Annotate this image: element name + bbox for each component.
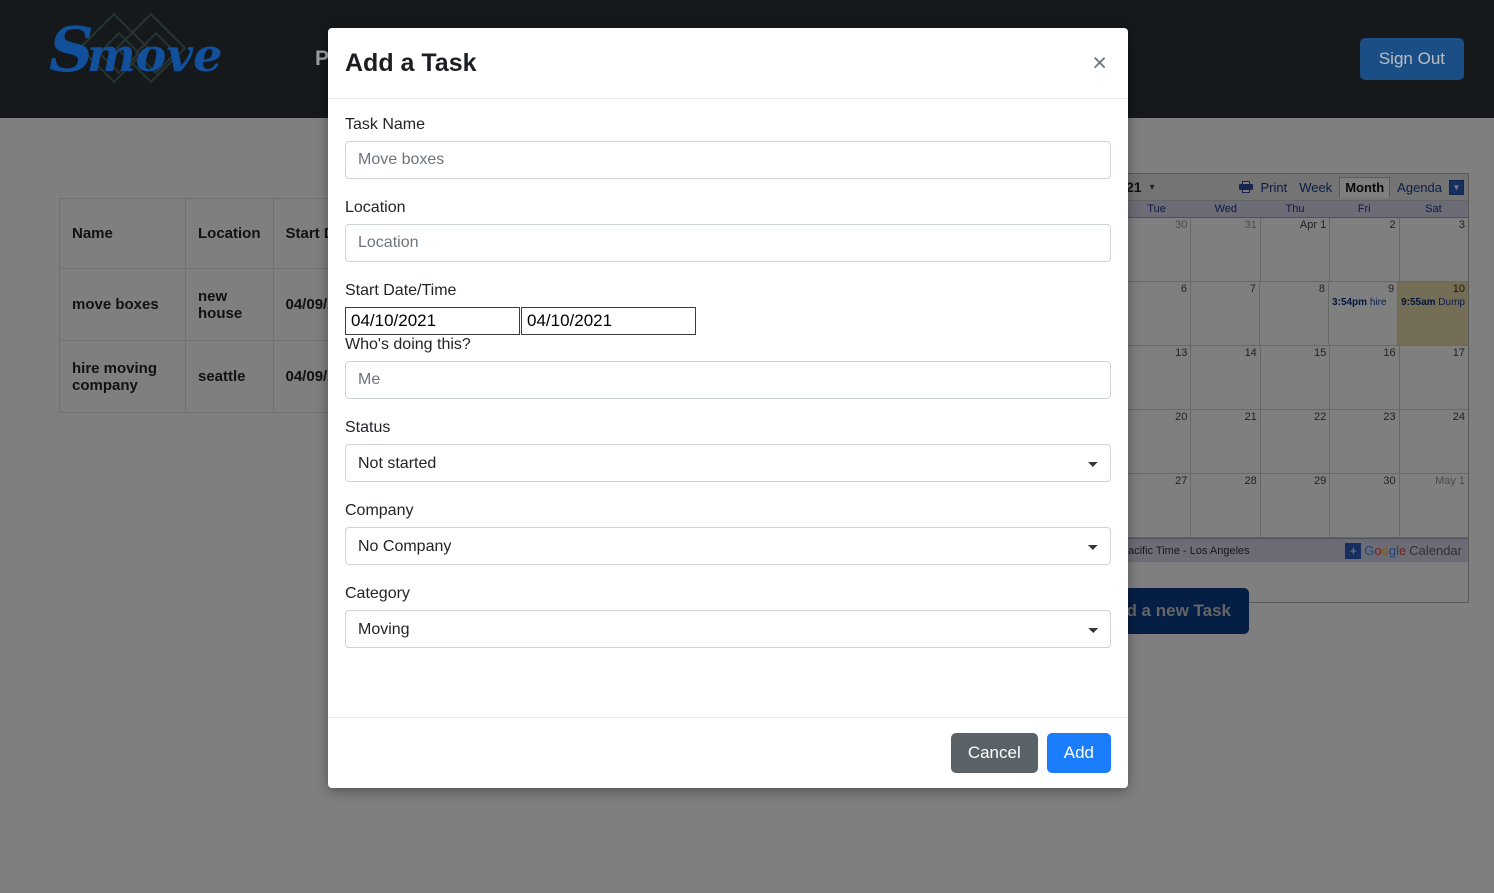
status-select[interactable]: Not started [345, 444, 1111, 482]
company-select[interactable]: No Company [345, 527, 1111, 565]
status-label: Status [345, 419, 1111, 437]
task-name-input[interactable] [345, 141, 1111, 179]
start-datetime-row [345, 307, 1111, 335]
assignee-label: Who's doing this? [345, 336, 1111, 354]
brand-logo[interactable]: S move [35, 9, 255, 109]
location-input[interactable] [345, 224, 1111, 262]
start-date-input[interactable] [345, 307, 520, 335]
add-task-modal: Add a Task × Task Name Location Start Da… [328, 28, 1128, 788]
category-label: Category [345, 585, 1111, 603]
app-root: S move Profile Sign Out Name Location St… [0, 0, 1494, 893]
assignee-input[interactable] [345, 361, 1111, 399]
nav-right: Sign Out [1360, 38, 1464, 80]
company-label: Company [345, 502, 1111, 520]
brand-logo-icon: S move [35, 9, 255, 109]
add-button[interactable]: Add [1047, 733, 1111, 773]
modal-title: Add a Task [345, 49, 477, 78]
category-select[interactable]: Moving [345, 610, 1111, 648]
close-icon[interactable]: × [1088, 51, 1111, 76]
modal-body: Task Name Location Start Date/Time Who's… [328, 99, 1128, 717]
start-datetime-label: Start Date/Time [345, 282, 1111, 300]
location-label: Location [345, 199, 1111, 217]
modal-header: Add a Task × [328, 28, 1128, 99]
cancel-button[interactable]: Cancel [951, 733, 1038, 773]
modal-footer: Cancel Add [328, 717, 1128, 788]
sign-out-button[interactable]: Sign Out [1360, 38, 1464, 80]
svg-text:move: move [87, 28, 222, 82]
task-name-label: Task Name [345, 116, 1111, 134]
start-time-input[interactable] [521, 307, 696, 335]
